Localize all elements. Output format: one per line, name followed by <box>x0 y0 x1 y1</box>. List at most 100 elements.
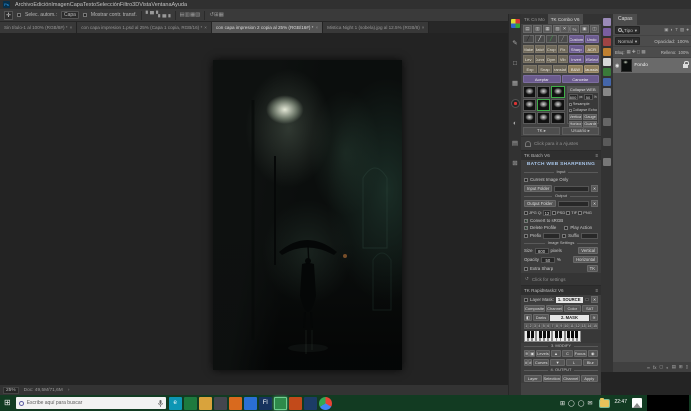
piano-key[interactable] <box>527 331 530 338</box>
collapsed-panel-icon[interactable] <box>603 118 611 126</box>
output-button[interactable]: Channel <box>562 375 580 382</box>
modify-icon-button[interactable]: ▣ <box>529 350 535 357</box>
close-tab-icon[interactable]: × <box>422 25 425 30</box>
layers-panel-action-icon[interactable]: ◐ <box>666 365 669 370</box>
output-button[interactable]: Apply <box>581 375 599 382</box>
mask-thumbnail[interactable] <box>523 86 536 98</box>
mask-thumbnail[interactable] <box>551 112 564 124</box>
document-tab[interactable]: con capa impresion 2 copia al 25% (RGB/1… <box>212 22 323 33</box>
clear-output-button[interactable]: ✕ <box>591 200 598 207</box>
brush-icon[interactable]: ╱ <box>523 35 534 43</box>
mask-thumbnail[interactable] <box>551 86 564 98</box>
mask-thumbnail[interactable] <box>523 99 536 111</box>
tk-action-chip[interactable]: Make <box>523 45 534 53</box>
mask-thumbnail[interactable] <box>537 99 550 111</box>
search-input[interactable] <box>27 400 155 406</box>
piano-key[interactable] <box>571 331 574 338</box>
web-opacity-field[interactable]: 50 <box>584 94 593 100</box>
layer-mask-checkbox[interactable] <box>524 298 528 302</box>
piano-key[interactable] <box>555 331 558 338</box>
brush-icon[interactable]: ╱ <box>535 35 546 43</box>
web-checkbox[interactable] <box>569 109 572 112</box>
photos-notification-icon[interactable] <box>632 398 642 408</box>
tk-action-chip[interactable]: Vib <box>558 55 569 63</box>
select-button[interactable]: #Select <box>585 55 600 63</box>
panel-menu-icon[interactable]: ≡ <box>595 153 598 158</box>
darks-dropdown[interactable]: Darks <box>533 314 549 321</box>
layers-panel-action-icon[interactable]: ∞ <box>647 365 650 370</box>
tk-mini-button[interactable]: % <box>570 25 579 33</box>
web-option-button[interactable]: Gauge <box>583 114 597 120</box>
layer-filter-icon[interactable]: ● <box>686 27 689 33</box>
prefix-checkbox[interactable] <box>524 234 528 238</box>
web-option-button[interactable]: Vertical <box>569 114 583 120</box>
output-button[interactable]: Layer <box>524 375 542 382</box>
zone-button[interactable]: 15 <box>592 323 598 329</box>
taskbar-app-icon[interactable] <box>289 397 302 410</box>
collapsed-panel-icon[interactable] <box>603 48 611 56</box>
vertical-button[interactable]: Vertical <box>578 247 598 254</box>
cancel-button[interactable]: Cancelar <box>562 75 600 83</box>
tk-action-chip[interactable]: Dym <box>546 55 557 63</box>
modify-icon-button[interactable]: # <box>528 359 532 366</box>
menu-item[interactable]: Vista <box>139 2 151 8</box>
close-tab-icon[interactable]: × <box>315 25 318 30</box>
tab-layers[interactable]: Capas <box>613 14 637 25</box>
lock-option-icon[interactable]: ◻ <box>637 49 641 55</box>
accept-button[interactable]: Aceptar <box>523 75 561 83</box>
tk-action-chip[interactable]: Snap <box>538 65 552 73</box>
convert-srgb-checkbox[interactable] <box>524 219 528 223</box>
menu-item[interactable]: Selección <box>96 2 120 8</box>
status-chevron-icon[interactable]: › <box>68 388 70 393</box>
fill-value[interactable]: 100% <box>678 50 689 55</box>
current-image-checkbox[interactable] <box>524 178 528 182</box>
menu-item[interactable]: Archivo <box>15 2 33 8</box>
layers-panel-action-icon[interactable]: ▯ <box>686 364 688 370</box>
dock-panel-icon[interactable]: ▤ <box>511 139 520 148</box>
piano-key[interactable] <box>567 331 570 338</box>
layer-name[interactable]: Fondo <box>634 63 648 68</box>
output-folder-field[interactable] <box>558 201 589 207</box>
dock-panel-icon[interactable]: ⊞ <box>511 159 520 168</box>
document-tab[interactable]: con capa impresion 1.psd al 25% (Capa 1 … <box>77 22 212 33</box>
opacity-value[interactable]: 100% <box>677 39 689 44</box>
tk-file-icon[interactable]: ▦ <box>543 25 552 33</box>
gaussian-button[interactable]: Gaussian <box>584 65 599 73</box>
document-tab[interactable]: Mistica Night 1 (sobela).jpg al 12.5% (R… <box>323 22 429 33</box>
piano-key[interactable] <box>543 331 546 338</box>
mask-slider[interactable] <box>585 298 590 301</box>
panel-menu-icon[interactable]: ≡ <box>595 288 598 293</box>
close-tab-icon[interactable]: × <box>204 25 207 30</box>
modify-button[interactable]: L <box>566 359 581 366</box>
modify-button[interactable]: Levels <box>536 350 550 357</box>
tk-nav-button[interactable]: Usuario ▸ <box>562 127 599 135</box>
zoom-level-field[interactable]: 25% <box>3 387 19 394</box>
artwork-image[interactable] <box>213 60 402 370</box>
input-folder-button[interactable]: Input Folder <box>524 185 552 192</box>
psd-checkbox[interactable] <box>552 211 556 215</box>
collapsed-panel-icon[interactable] <box>603 88 611 96</box>
brush-icon[interactable]: ╱ <box>546 35 557 43</box>
file-explorer-icon[interactable] <box>600 400 609 407</box>
tab-tk-combo[interactable]: TK Combo V6 <box>548 14 583 24</box>
menu-item[interactable]: Imagen <box>51 2 69 8</box>
modify-button[interactable]: C <box>562 350 572 357</box>
tray-icon[interactable]: ✉ <box>587 401 592 407</box>
taskbar-app-icon[interactable] <box>229 397 242 410</box>
sharpen-button[interactable]: Sharp <box>569 45 584 53</box>
tk-action-chip[interactable]: Translate <box>553 65 567 73</box>
dock-panel-icon[interactable] <box>511 99 520 108</box>
tk-mini-button[interactable]: ◫ <box>590 25 599 33</box>
layer-thumbnail[interactable] <box>621 59 632 72</box>
visibility-eye-icon[interactable]: ◉ <box>615 63 619 69</box>
suffix-field[interactable] <box>581 233 598 239</box>
tif-checkbox[interactable] <box>566 211 570 215</box>
mask-thumbnail[interactable] <box>523 112 536 124</box>
tk-mini-button[interactable]: ▣ <box>580 25 589 33</box>
tk-file-icon[interactable]: ▤ <box>523 25 532 33</box>
collapsed-panel-icon[interactable] <box>603 78 611 86</box>
document-tab[interactable]: Sin título-1 al 100% (RGB/8#) * × <box>0 22 77 33</box>
layers-panel-action-icon[interactable]: fx <box>653 365 656 370</box>
blend-mode-dropdown[interactable]: Normal ▾ <box>615 37 640 45</box>
dock-panel-icon[interactable]: □ <box>511 59 520 68</box>
